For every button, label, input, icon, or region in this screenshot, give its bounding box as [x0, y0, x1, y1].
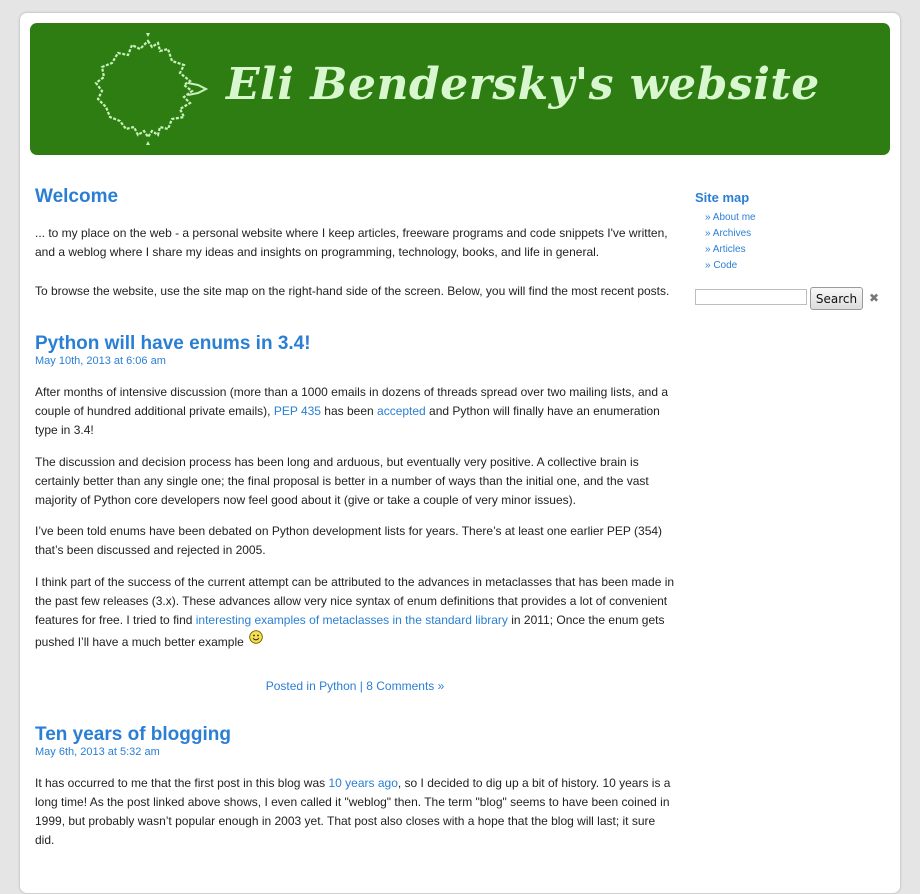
post-paragraph: I’ve been told enums have been debated o… [35, 524, 663, 557]
welcome-browse-note: To browse the website, use the site map … [35, 284, 670, 298]
sidebar-item-about-me[interactable]: » About me [705, 210, 885, 226]
site-header: Eli Bendersky's website [30, 23, 890, 155]
clear-icon[interactable]: ✖ [869, 292, 879, 304]
site-title[interactable]: Eli Bendersky's website [226, 59, 820, 110]
posted-in-label: Posted in [265, 679, 320, 693]
comments-link[interactable]: 8 Comments » [366, 679, 444, 693]
post-paragraph: I think part of the success of the curre… [35, 573, 675, 652]
sidebar-item-archives[interactable]: » Archives [705, 226, 885, 242]
ten-years-ago-link[interactable]: 10 years ago [328, 776, 397, 790]
post-paragraph: After months of intensive discussion (mo… [35, 383, 675, 440]
sidebar-item-articles[interactable]: » Articles [705, 242, 885, 258]
welcome-intro: ... to my place on the web - a personal … [35, 226, 668, 259]
meta-separator: | [356, 679, 367, 693]
search-input[interactable] [695, 289, 807, 305]
smiley-icon [249, 630, 263, 644]
welcome-title: Welcome [35, 186, 119, 207]
post-title-link[interactable]: Python will have enums in 3.4! [35, 332, 311, 356]
sidebar-item-code[interactable]: » Code [705, 258, 885, 274]
category-link[interactable]: Python [319, 679, 356, 693]
search-button[interactable]: Search [810, 287, 863, 310]
post-title-link[interactable]: Ten years of blogging [35, 723, 231, 747]
post-meta: Posted in Python | 8 Comments » [35, 677, 675, 696]
post-date: May 6th, 2013 at 5:32 am [35, 746, 160, 758]
site-map-title: Site map [695, 190, 750, 205]
metaclasses-examples-link[interactable]: interesting examples of metaclasses in t… [196, 613, 508, 627]
paragraph-text: has been [320, 404, 378, 418]
sidebar: Site map » About me » Archives » Article… [695, 190, 885, 310]
post-paragraph: The discussion and decision process has … [35, 455, 649, 507]
post-date: May 10th, 2013 at 6:06 am [35, 355, 166, 367]
pep-435-link[interactable]: PEP 435 [274, 404, 321, 418]
site-map-list: » About me » Archives » Articles » Code [695, 210, 885, 274]
mandelbrot-logo-icon [94, 33, 208, 145]
page-container: Eli Bendersky's website Welcome ... to m… [19, 12, 901, 894]
post-paragraph: It has occurred to me that the first pos… [35, 774, 675, 850]
paragraph-text: It has occurred to me that the first pos… [35, 776, 329, 790]
search-form: Search ✖ [695, 287, 885, 311]
accepted-link[interactable]: accepted [377, 404, 426, 418]
